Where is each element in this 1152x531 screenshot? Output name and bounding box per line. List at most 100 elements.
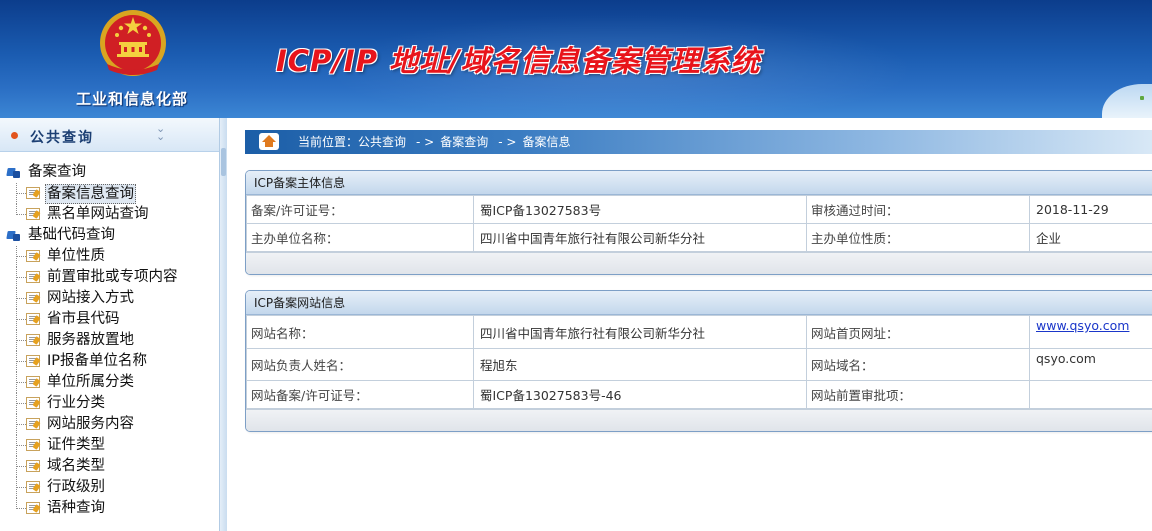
tree-branch-line bbox=[16, 393, 26, 414]
breadcrumb-item: 备案信息 bbox=[522, 135, 571, 149]
tree-item-beian-info-query[interactable]: 备案信息查询 bbox=[0, 183, 218, 204]
panel-footer bbox=[246, 409, 1152, 431]
field-label: 审核通过时间： bbox=[806, 195, 1030, 224]
document-edit-icon bbox=[26, 397, 40, 409]
header-corner-dot bbox=[1140, 96, 1144, 100]
field-label: 网站负责人姓名： bbox=[246, 348, 474, 381]
field-value: 四川省中国青年旅行社有限公司新华分社 bbox=[473, 315, 807, 349]
tree-item-language[interactable]: 语种查询 bbox=[0, 498, 218, 519]
tree-branch-line bbox=[16, 435, 26, 456]
tree-item-blacklist-query[interactable]: 黑名单网站查询 bbox=[0, 204, 218, 225]
tree-item-label: 域名类型 bbox=[47, 458, 105, 474]
tree-branch-line bbox=[16, 456, 26, 477]
panel-title: ICP备案网站信息 bbox=[246, 291, 1152, 315]
homepage-link[interactable]: www.qsyo.com bbox=[1036, 318, 1129, 333]
tree-branch-line bbox=[16, 498, 26, 509]
tree-item-label: 语种查询 bbox=[47, 500, 105, 516]
national-emblem-icon bbox=[100, 10, 166, 76]
tree-branch-line bbox=[16, 477, 26, 498]
breadcrumb-item[interactable]: 备案查询 bbox=[440, 135, 488, 149]
field-label: 网站备案/许可证号： bbox=[246, 380, 474, 409]
tree-item-label: 单位性质 bbox=[47, 248, 105, 264]
sidebar-splitter[interactable] bbox=[219, 118, 227, 531]
table-row: 网站备案/许可证号： 蜀ICP备13027583号-46 网站前置审批项： bbox=[246, 380, 1152, 409]
field-value: 蜀ICP备13027583号-46 bbox=[473, 380, 807, 409]
tree-item-unit-category[interactable]: 单位所属分类 bbox=[0, 372, 218, 393]
breadcrumb-prefix: 当前位置： bbox=[298, 135, 359, 149]
home-icon[interactable] bbox=[259, 133, 279, 150]
collapse-chevron-icon[interactable]: ⌄ ⌄ bbox=[156, 123, 165, 142]
tree-item-domain-type[interactable]: 域名类型 bbox=[0, 456, 218, 477]
field-value: 2018-11-29 bbox=[1029, 195, 1152, 224]
tree-item-label: 黑名单网站查询 bbox=[47, 206, 149, 222]
tree-item-unit-nature[interactable]: 单位性质 bbox=[0, 246, 218, 267]
tree-item-label: 省市县代码 bbox=[47, 311, 120, 327]
document-edit-icon bbox=[26, 481, 40, 493]
site-header: 工业和信息化部 ICP/IP 地址/域名信息备案管理系统 bbox=[0, 0, 1152, 118]
tree-item-admin-level[interactable]: 行政级别 bbox=[0, 477, 218, 498]
tree-item-industry[interactable]: 行业分类 bbox=[0, 393, 218, 414]
document-edit-icon bbox=[26, 334, 40, 346]
system-title: ICP/IP 地址/域名信息备案管理系统 bbox=[276, 44, 761, 78]
tree-item-label: IP报备单位名称 bbox=[47, 353, 148, 369]
tree-item-certificate-type[interactable]: 证件类型 bbox=[0, 435, 218, 456]
document-edit-icon bbox=[26, 376, 40, 388]
orange-dot-icon bbox=[11, 132, 18, 139]
document-edit-icon bbox=[26, 250, 40, 262]
tree-branch-line bbox=[16, 204, 26, 215]
document-edit-icon bbox=[26, 208, 40, 220]
document-edit-icon bbox=[26, 355, 40, 367]
document-edit-icon bbox=[26, 418, 40, 430]
field-value: qsyo.com bbox=[1029, 348, 1152, 381]
sidebar-tree: 备案查询 备案信息查询 黑名单网站查询 基础代码查询 单位性质 前置审批或专项内… bbox=[0, 162, 218, 519]
tree-group-label: 基础代码查询 bbox=[28, 227, 115, 243]
tree-item-ip-unit-name[interactable]: IP报备单位名称 bbox=[0, 351, 218, 372]
tree-item-label: 单位所属分类 bbox=[47, 374, 134, 390]
breadcrumb: 当前位置：公共查询 - > 备案查询 - > 备案信息 bbox=[245, 130, 1152, 154]
table-row: 主办单位名称： 四川省中国青年旅行社有限公司新华分社 主办单位性质： 企业 bbox=[246, 223, 1152, 252]
field-value: www.qsyo.com bbox=[1029, 315, 1152, 349]
splitter-grip[interactable] bbox=[221, 148, 226, 176]
tree-branch-line bbox=[16, 330, 26, 351]
tree-item-access-method[interactable]: 网站接入方式 bbox=[0, 288, 218, 309]
field-value bbox=[1029, 380, 1152, 409]
tree-branch-line bbox=[16, 372, 26, 393]
website-info-table: 网站名称： 四川省中国青年旅行社有限公司新华分社 网站首页网址： www.qsy… bbox=[246, 315, 1152, 409]
tree-item-label: 网站接入方式 bbox=[47, 290, 134, 306]
document-edit-icon bbox=[26, 460, 40, 472]
tree-item-service-content[interactable]: 网站服务内容 bbox=[0, 414, 218, 435]
field-label: 网站首页网址： bbox=[806, 315, 1030, 349]
tree-group-beian-query[interactable]: 备案查询 bbox=[0, 162, 218, 183]
field-label: 网站前置审批项： bbox=[806, 380, 1030, 409]
tree-item-label: 行政级别 bbox=[47, 479, 105, 495]
tree-item-preapproval[interactable]: 前置审批或专项内容 bbox=[0, 267, 218, 288]
field-label: 主办单位名称： bbox=[246, 223, 474, 252]
table-row: 网站负责人姓名： 程旭东 网站域名： qsyo.com bbox=[246, 348, 1152, 381]
tree-item-server-location[interactable]: 服务器放置地 bbox=[0, 330, 218, 351]
document-edit-icon bbox=[26, 271, 40, 283]
tree-item-label: 前置审批或专项内容 bbox=[47, 269, 178, 285]
breadcrumb-item[interactable]: 公共查询 bbox=[358, 135, 406, 149]
breadcrumb-text: 当前位置：公共查询 - > 备案查询 - > 备案信息 bbox=[298, 130, 570, 154]
tree-branch-line bbox=[16, 288, 26, 309]
sidebar-title: 公共查询 bbox=[30, 130, 94, 146]
folder-group-icon bbox=[7, 167, 20, 178]
tree-item-label: 服务器放置地 bbox=[47, 332, 134, 348]
tree-branch-line bbox=[16, 267, 26, 288]
field-label: 网站名称： bbox=[246, 315, 474, 349]
tree-group-base-code-query[interactable]: 基础代码查询 bbox=[0, 225, 218, 246]
subject-info-table: 备案/许可证号： 蜀ICP备13027583号 审核通过时间： 2018-11-… bbox=[246, 195, 1152, 252]
breadcrumb-separator: - > bbox=[498, 135, 517, 149]
tree-branch-line bbox=[16, 246, 26, 267]
field-label: 网站域名： bbox=[806, 348, 1030, 381]
field-value: 四川省中国青年旅行社有限公司新华分社 bbox=[473, 223, 807, 252]
panel-footer bbox=[246, 252, 1152, 274]
breadcrumb-separator: - > bbox=[416, 135, 435, 149]
sidebar-header[interactable]: 公共查询 ⌄ ⌄ bbox=[0, 118, 226, 152]
ministry-name: 工业和信息化部 bbox=[76, 90, 189, 108]
table-row: 网站名称： 四川省中国青年旅行社有限公司新华分社 网站首页网址： www.qsy… bbox=[246, 315, 1152, 349]
tree-item-region-code[interactable]: 省市县代码 bbox=[0, 309, 218, 330]
tree-branch-line bbox=[16, 351, 26, 372]
document-edit-icon bbox=[26, 187, 40, 199]
table-row: 备案/许可证号： 蜀ICP备13027583号 审核通过时间： 2018-11-… bbox=[246, 195, 1152, 224]
